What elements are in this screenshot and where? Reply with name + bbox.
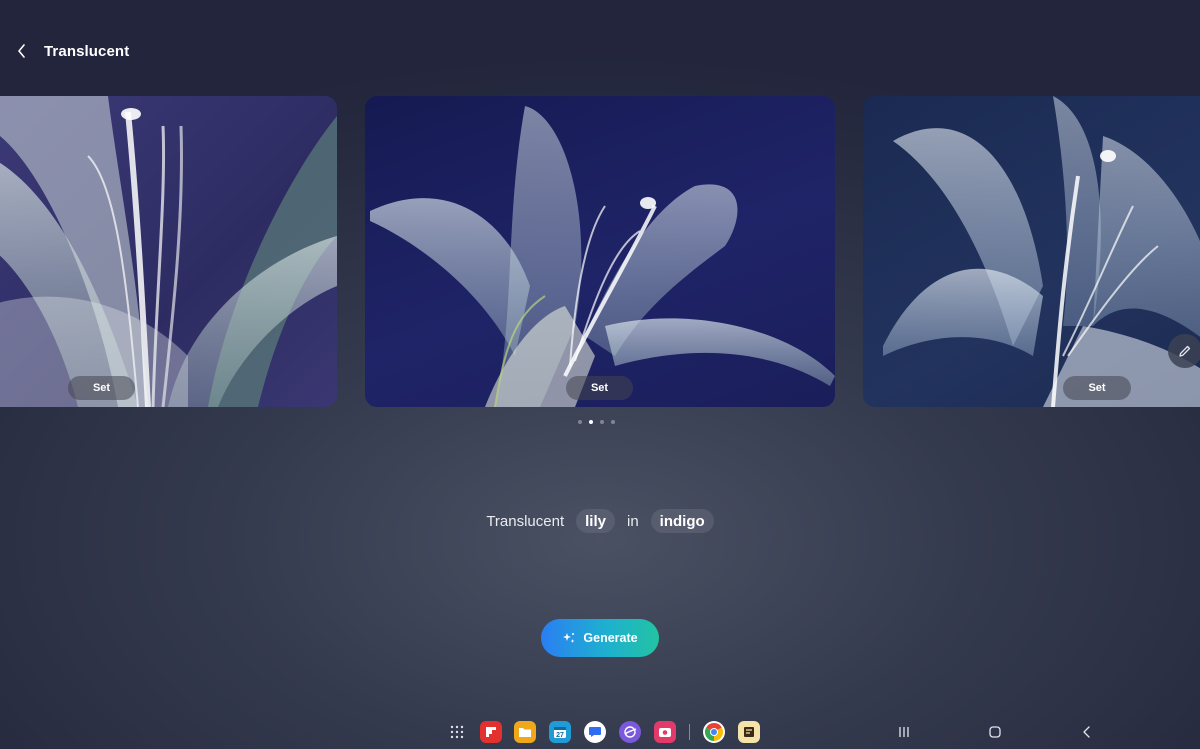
back-button[interactable] — [0, 32, 44, 70]
grid-dots-icon — [450, 725, 464, 739]
set-button[interactable]: Set — [1063, 376, 1131, 400]
set-button[interactable]: Set — [68, 376, 135, 400]
svg-text:27: 27 — [556, 732, 564, 739]
page-indicator — [578, 420, 615, 424]
messages-icon[interactable] — [584, 721, 606, 743]
my-files-icon[interactable] — [514, 721, 536, 743]
set-button[interactable]: Set — [566, 376, 633, 400]
home-button[interactable] — [983, 722, 1007, 742]
lily-image — [883, 96, 1200, 407]
notes-icon[interactable] — [738, 721, 760, 743]
color-chip[interactable]: indigo — [650, 509, 714, 533]
page-dot — [611, 420, 615, 424]
generate-button[interactable]: Generate — [541, 619, 659, 657]
back-arrow-icon — [1083, 726, 1090, 738]
wallpaper-card-1[interactable]: Set — [0, 96, 337, 407]
wallpaper-carousel[interactable]: Set Set Set — [0, 96, 1200, 407]
lily-image — [0, 96, 337, 407]
page-title: Translucent — [44, 42, 130, 60]
page-dot — [578, 420, 582, 424]
edit-button[interactable] — [1168, 334, 1200, 368]
apps-grid-icon[interactable] — [446, 721, 468, 743]
sparkle-icon — [563, 633, 575, 643]
taskbar: 27 — [0, 718, 1200, 746]
header: Translucent — [0, 32, 129, 70]
prompt-style-word: Translucent — [486, 512, 565, 530]
calendar-icon[interactable]: 27 — [549, 721, 571, 743]
screen-recorder-icon[interactable] — [654, 721, 676, 743]
generate-label: Generate — [583, 631, 638, 645]
page-dot-active — [589, 420, 593, 424]
lily-image — [370, 106, 835, 407]
internet-icon[interactable] — [619, 721, 641, 743]
nav-back-button[interactable] — [1075, 722, 1099, 742]
subject-chip[interactable]: lily — [576, 509, 615, 533]
chrome-icon[interactable] — [703, 721, 725, 743]
flipboard-icon[interactable] — [480, 721, 502, 743]
prompt-connector-word: in — [626, 512, 639, 530]
page-dot — [600, 420, 604, 424]
wallpaper-card-2[interactable]: Set — [365, 96, 835, 407]
recents-icon — [899, 727, 909, 737]
prompt-sentence: Translucent lily in indigo — [0, 509, 1200, 533]
home-icon — [989, 726, 1001, 738]
pencil-icon — [1179, 345, 1191, 357]
wallpaper-card-3[interactable]: Set — [863, 96, 1200, 407]
chevron-left-icon — [18, 44, 25, 58]
taskbar-divider — [689, 724, 690, 740]
recents-button[interactable] — [892, 722, 916, 742]
